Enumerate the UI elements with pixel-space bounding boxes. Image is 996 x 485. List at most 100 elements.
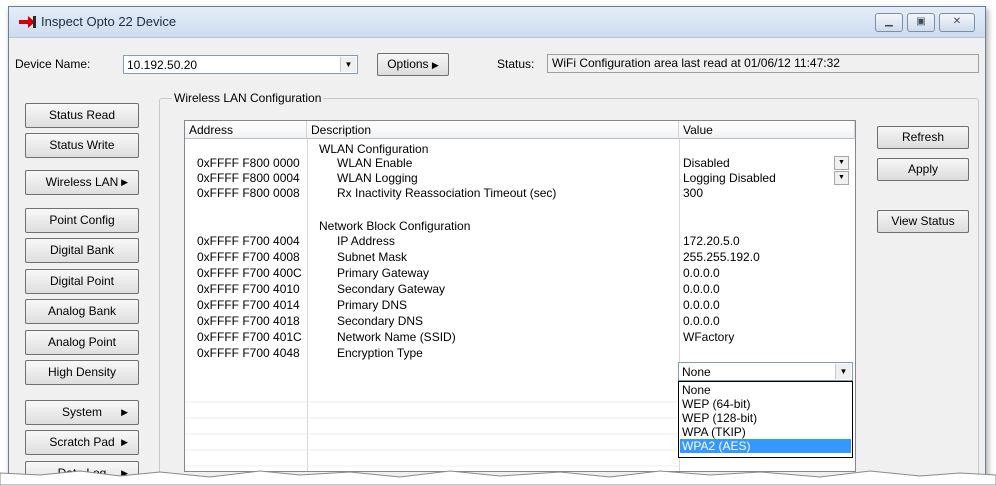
row-address: 0xFFFF F800 0004: [197, 171, 300, 185]
encryption-option[interactable]: WEP (64-bit): [680, 397, 851, 411]
status-field: WiFi Configuration area last read at 01/…: [547, 54, 979, 73]
encryption-option[interactable]: WEP (128-bit): [680, 411, 851, 425]
row-address: 0xFFFF F700 400C: [197, 266, 302, 280]
encryption-dropdown-list[interactable]: None WEP (64-bit) WEP (128-bit) WPA (TKI…: [678, 381, 853, 458]
empty-row-lines: [185, 401, 679, 467]
wlan-logging-select[interactable]: Logging Disabled ▼: [683, 170, 849, 185]
row-address: 0xFFFF F700 4010: [197, 282, 300, 296]
analog-bank-button[interactable]: Analog Bank: [25, 299, 139, 324]
digital-bank-button[interactable]: Digital Bank: [25, 238, 139, 263]
encryption-option-selected[interactable]: WPA2 (AES): [680, 439, 851, 453]
minimize-button[interactable]: ▁: [875, 13, 903, 32]
device-name-label: Device Name:: [15, 57, 91, 71]
inspect-device-window: Inspect Opto 22 Device ▁ ▣ ✕ Device Name…: [8, 6, 986, 478]
status-label: Status:: [497, 57, 535, 71]
window-title: Inspect Opto 22 Device: [41, 14, 177, 29]
app-arrow-icon: [19, 16, 36, 28]
system-label: System: [61, 405, 102, 419]
chevron-down-icon[interactable]: ▼: [835, 364, 851, 379]
group-label: Wireless LAN Configuration: [172, 91, 324, 105]
row-address: 0xFFFF F800 0000: [197, 156, 300, 170]
maximize-button[interactable]: ▣: [907, 13, 935, 32]
refresh-label: Refresh: [901, 130, 945, 144]
analog-point-label: Analog Point: [47, 335, 117, 349]
row-description: Network Name (SSID): [337, 330, 456, 344]
close-button[interactable]: ✕: [939, 13, 975, 32]
status-read-button[interactable]: Status Read: [25, 103, 139, 128]
status-value: WiFi Configuration area last read at 01/…: [552, 56, 840, 70]
wireless-lan-label: Wireless LAN: [45, 175, 119, 189]
digital-bank-label: Digital Bank: [49, 243, 115, 257]
row-value[interactable]: 0.0.0.0: [683, 314, 720, 328]
row-value[interactable]: 0.0.0.0: [683, 266, 720, 280]
scratch-pad-button[interactable]: Scratch Pad ▶: [25, 430, 139, 455]
view-status-label: View Status: [891, 214, 955, 228]
analog-point-button[interactable]: Analog Point: [25, 330, 139, 355]
apply-label: Apply: [907, 162, 939, 176]
row-description: WLAN Enable: [337, 156, 413, 170]
analog-bank-label: Analog Bank: [47, 304, 117, 318]
chevron-down-icon[interactable]: ▼: [834, 156, 849, 170]
row-value[interactable]: 172.20.5.0: [683, 234, 740, 248]
row-address: 0xFFFF F700 4018: [197, 314, 300, 328]
torn-edge: [0, 470, 996, 485]
row-description: Encryption Type: [337, 346, 423, 360]
row-value[interactable]: 0.0.0.0: [683, 298, 720, 312]
view-status-button[interactable]: View Status: [877, 210, 969, 233]
row-value[interactable]: WFactory: [683, 330, 734, 344]
row-address: 0xFFFF F800 0008: [197, 186, 300, 200]
refresh-button[interactable]: Refresh: [877, 126, 969, 149]
title-bar: Inspect Opto 22 Device ▁ ▣ ✕: [9, 7, 985, 38]
minimize-icon: ▁: [885, 16, 893, 27]
chevron-right-icon: ▶: [121, 407, 128, 417]
row-value[interactable]: 255.255.192.0: [683, 250, 760, 264]
status-read-label: Status Read: [48, 108, 116, 122]
maximize-icon: ▣: [916, 16, 926, 27]
status-write-button[interactable]: Status Write: [25, 133, 139, 158]
digital-point-button[interactable]: Digital Point: [25, 269, 139, 294]
scratch-pad-label: Scratch Pad: [49, 435, 115, 449]
wireless-lan-button[interactable]: Wireless LAN ▶: [25, 170, 139, 195]
point-config-button[interactable]: Point Config: [25, 208, 139, 233]
chevron-down-icon[interactable]: ▼: [834, 171, 849, 185]
row-value: Disabled: [683, 156, 730, 170]
device-name-combobox[interactable]: 10.192.50.20 ▼: [123, 55, 358, 74]
options-button[interactable]: Options ▶: [377, 53, 449, 76]
row-description: Secondary DNS: [337, 314, 424, 328]
wlan-enable-select[interactable]: Disabled ▼: [683, 155, 849, 170]
device-name-value: 10.192.50.20: [127, 58, 198, 72]
row-value[interactable]: 0.0.0.0: [683, 282, 720, 296]
column-header-address[interactable]: Address: [185, 121, 307, 139]
row-value[interactable]: 300: [683, 186, 703, 200]
options-label: Options: [387, 57, 429, 71]
row-description: Primary DNS: [337, 298, 408, 312]
encryption-option[interactable]: None: [680, 383, 851, 397]
section-heading: WLAN Configuration: [319, 142, 429, 156]
row-description: IP Address: [337, 234, 395, 248]
row-value: Logging Disabled: [683, 171, 776, 185]
digital-point-label: Digital Point: [49, 274, 115, 288]
encryption-option[interactable]: WPA (TKIP): [680, 425, 851, 439]
row-address: 0xFFFF F700 4048: [197, 346, 300, 360]
high-density-label: High Density: [47, 365, 117, 379]
chevron-down-icon[interactable]: ▼: [340, 57, 356, 72]
row-description: Subnet Mask: [337, 250, 408, 264]
row-address: 0xFFFF F700 4008: [197, 250, 300, 264]
row-address: 0xFFFF F700 4004: [197, 234, 300, 248]
column-header-description[interactable]: Description: [307, 121, 679, 139]
column-header-value[interactable]: Value: [679, 121, 855, 139]
high-density-button[interactable]: High Density: [25, 360, 139, 385]
chevron-right-icon: ▶: [431, 60, 439, 70]
encryption-type-select[interactable]: None ▼: [678, 362, 853, 381]
status-write-label: Status Write: [49, 138, 115, 152]
row-description: WLAN Logging: [337, 171, 418, 185]
apply-button[interactable]: Apply: [877, 158, 969, 181]
section-heading: Network Block Configuration: [319, 219, 471, 233]
row-address: 0xFFFF F700 401C: [197, 330, 302, 344]
row-description: Primary Gateway: [337, 266, 430, 280]
close-icon: ✕: [952, 16, 962, 27]
system-button[interactable]: System ▶: [25, 400, 139, 425]
encryption-selected: None: [682, 365, 711, 379]
point-config-label: Point Config: [49, 213, 115, 227]
row-description: Secondary Gateway: [337, 282, 446, 296]
